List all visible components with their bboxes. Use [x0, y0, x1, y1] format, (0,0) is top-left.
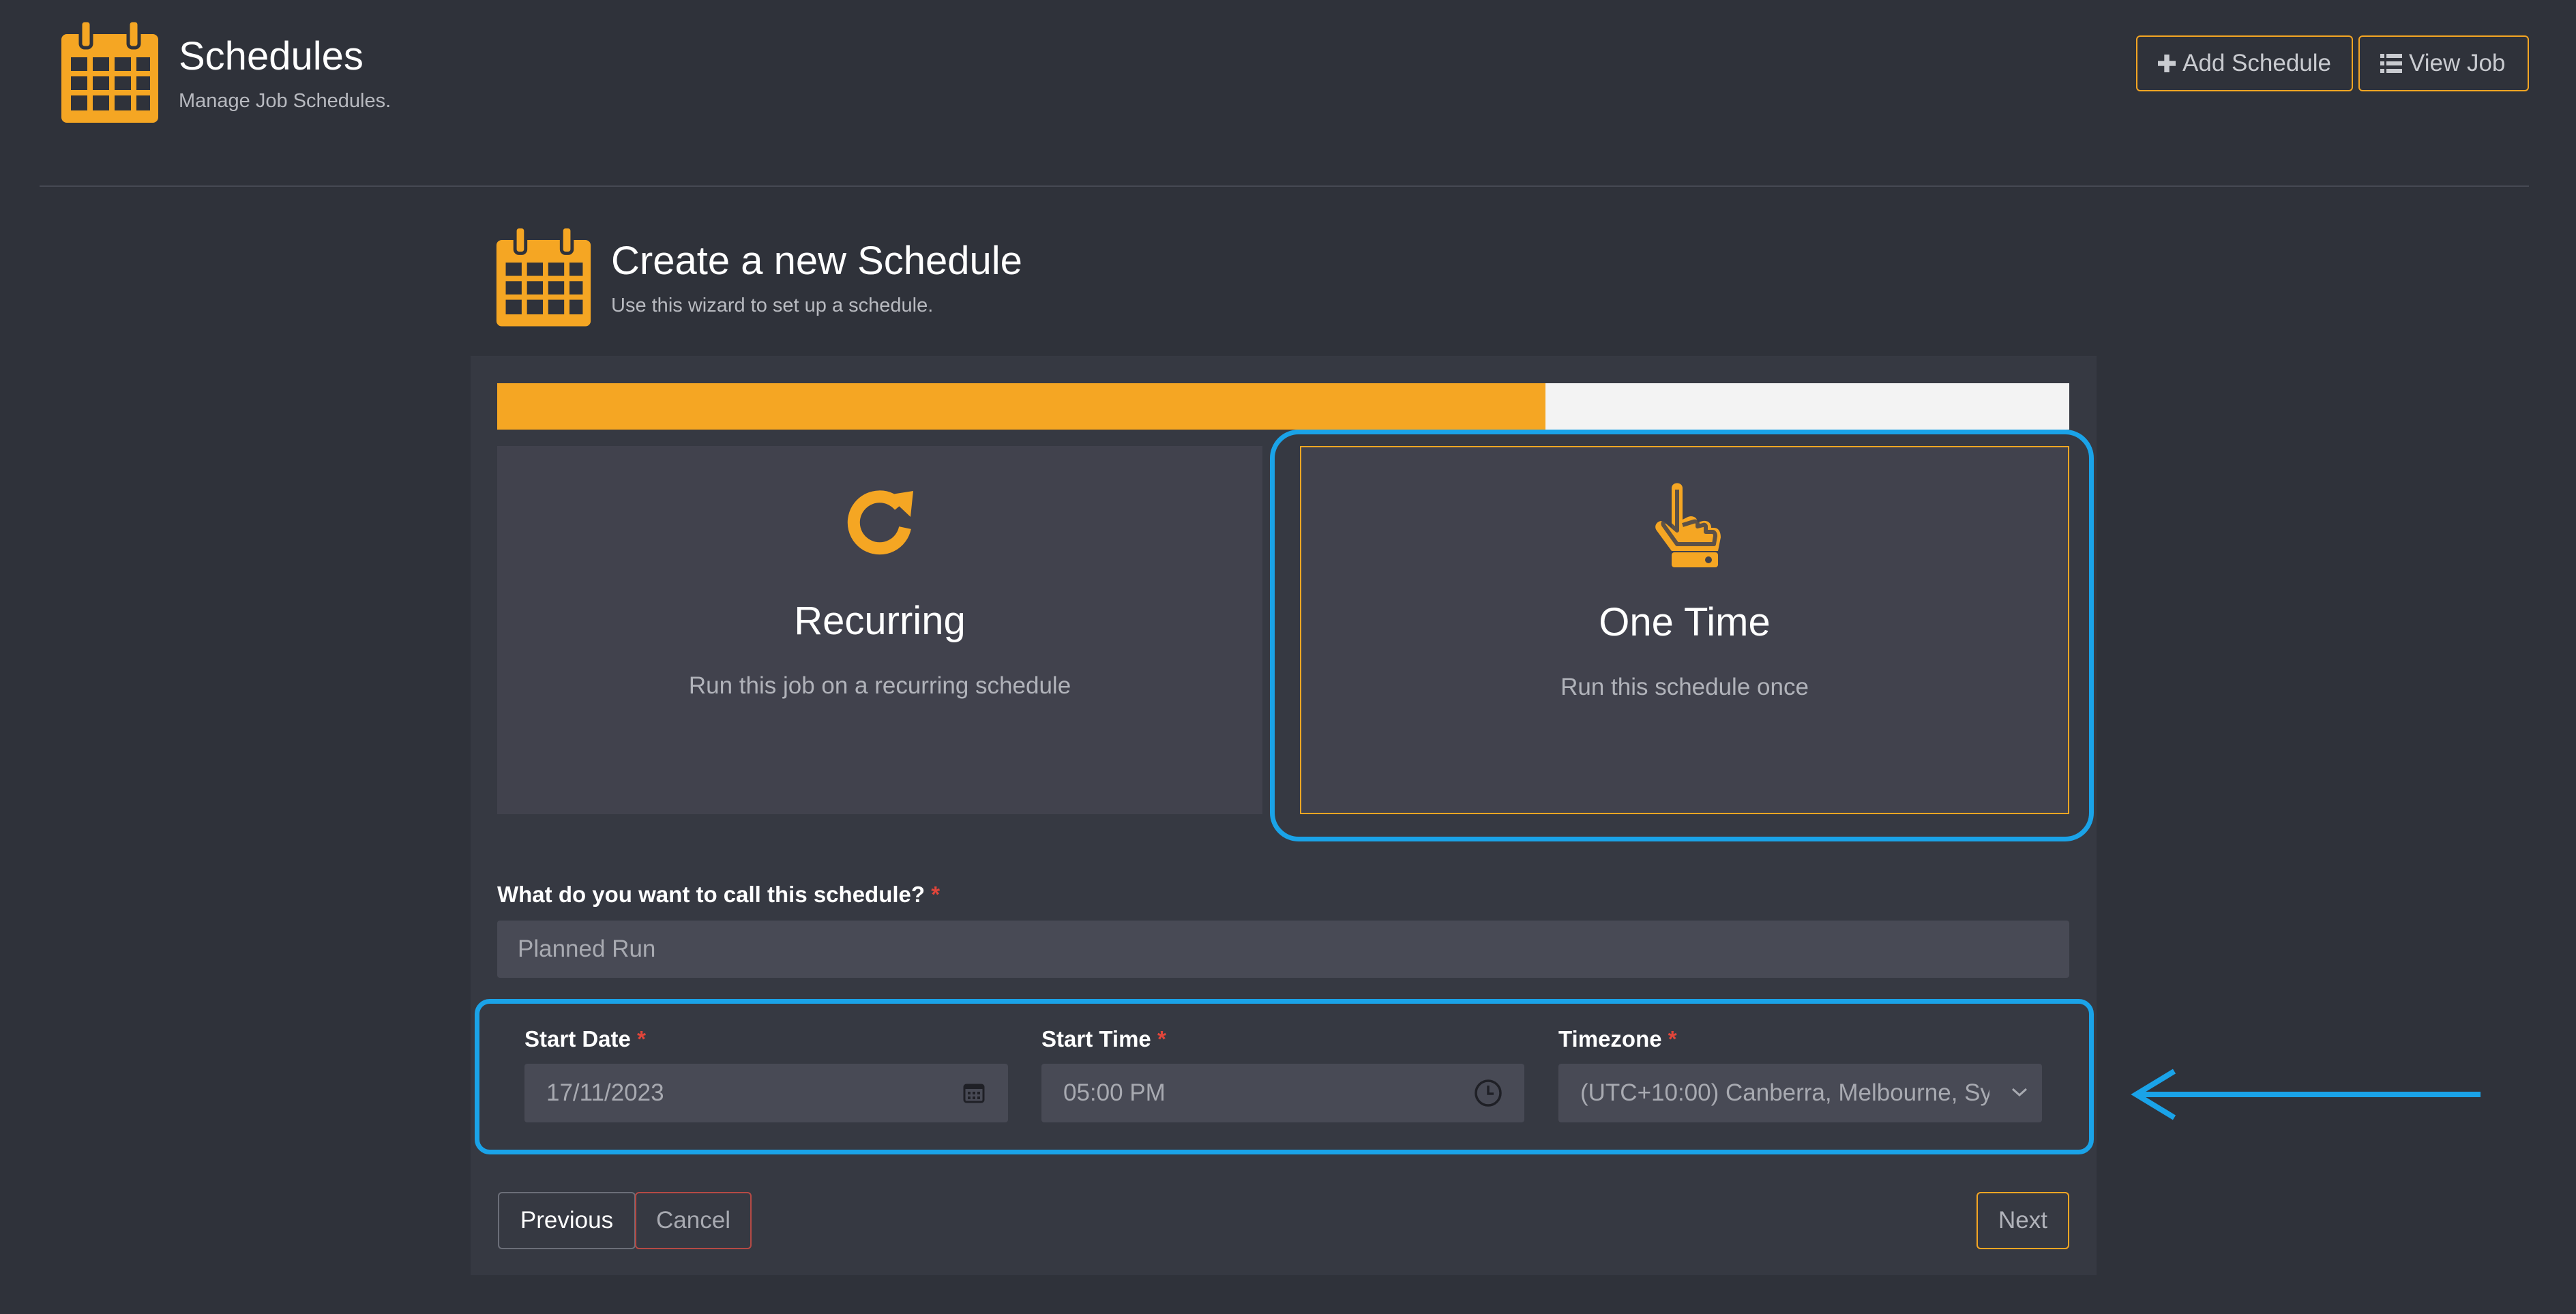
required-mark: *: [1668, 1026, 1677, 1051]
previous-button[interactable]: Previous: [498, 1192, 636, 1249]
next-button[interactable]: Next: [1977, 1192, 2069, 1249]
start-time-input[interactable]: 05:00 PM: [1041, 1064, 1524, 1122]
start-date-label-text: Start Date: [524, 1026, 631, 1051]
page-title: Schedules: [179, 34, 364, 78]
timezone-value: (UTC+10:00) Canberra, Melbourne, Sydney: [1580, 1079, 1989, 1106]
recurring-option-description: Run this job on a recurring schedule: [688, 672, 1071, 699]
calendar-picker-icon[interactable]: [963, 1083, 985, 1103]
cancel-button[interactable]: Cancel: [635, 1192, 752, 1249]
required-mark: *: [1157, 1026, 1166, 1051]
one-time-highlight-outline: [1270, 430, 2094, 841]
view-job-button[interactable]: View Job: [2358, 35, 2529, 91]
plus-icon: [2158, 54, 2176, 73]
calendar-icon: [496, 225, 591, 327]
recurring-option-title: Recurring: [794, 599, 966, 643]
arrow-left-icon: [2131, 1069, 2481, 1120]
required-mark: *: [637, 1026, 646, 1051]
start-date-label: Start Date *: [524, 1026, 646, 1053]
refresh-icon: [847, 490, 913, 555]
wizard-subtitle: Use this wizard to set up a schedule.: [611, 295, 934, 316]
schedule-name-label-text: What do you want to call this schedule?: [497, 882, 926, 907]
timezone-label: Timezone *: [1558, 1026, 1677, 1053]
wizard-progress-bar: [497, 383, 2069, 430]
app-header: Schedules Manage Job Schedules. Add Sche…: [0, 0, 2576, 185]
clock-icon[interactable]: [1474, 1079, 1502, 1107]
add-schedule-label: Add Schedule: [2182, 50, 2331, 76]
add-schedule-button[interactable]: Add Schedule: [2136, 35, 2353, 91]
chevron-down-icon: [2011, 1088, 2028, 1097]
start-date-input[interactable]: 17/11/2023: [524, 1064, 1008, 1122]
schedule-name-input[interactable]: [497, 921, 2069, 978]
start-date-value: 17/11/2023: [546, 1079, 664, 1106]
list-icon: [2380, 54, 2402, 73]
header-divider: [40, 185, 2529, 187]
schedule-name-label: What do you want to call this schedule? …: [497, 881, 940, 908]
calendar-icon: [61, 19, 158, 123]
timezone-select[interactable]: (UTC+10:00) Canberra, Melbourne, Sydney: [1558, 1064, 2042, 1122]
wizard-progress-fill: [497, 383, 1546, 430]
start-time-label: Start Time *: [1041, 1026, 1166, 1053]
wizard-title: Create a new Schedule: [611, 239, 1022, 283]
recurring-option-card[interactable]: Recurring Run this job on a recurring sc…: [497, 446, 1262, 814]
view-job-label: View Job: [2409, 50, 2506, 76]
timezone-label-text: Timezone: [1558, 1026, 1662, 1051]
required-mark: *: [931, 882, 941, 907]
start-time-label-text: Start Time: [1041, 1026, 1151, 1051]
page-subtitle: Manage Job Schedules.: [179, 90, 391, 112]
start-time-value: 05:00 PM: [1063, 1079, 1166, 1106]
